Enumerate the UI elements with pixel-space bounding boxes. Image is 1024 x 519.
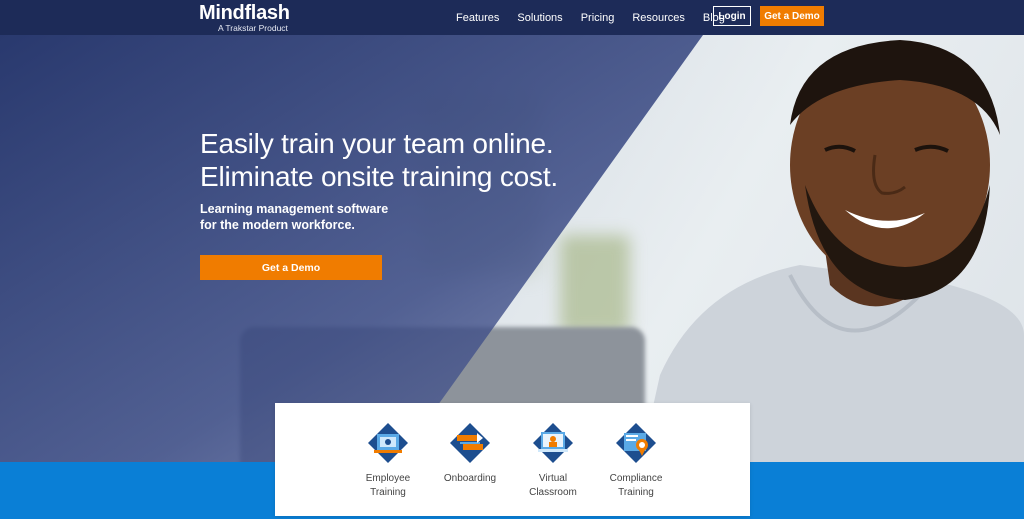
nav-solutions[interactable]: Solutions [517,12,562,24]
feature-onboarding[interactable]: Onboarding [434,423,506,486]
login-button[interactable]: Login [713,6,751,26]
employee-training-icon [368,423,408,463]
compliance-training-icon [616,423,656,463]
features-card: Employee Training Onboarding Virtual Class… [275,403,750,516]
hero-headline: Easily train your team online. Eliminate… [200,127,558,193]
nav-pricing[interactable]: Pricing [581,12,615,24]
headline-line-1: Easily train your team online. [200,128,554,159]
headline-line-2: Eliminate onsite training cost. [200,161,558,192]
logo-wordmark: Mindflash [199,2,290,24]
feature-virtual-classroom[interactable]: Virtual Classroom [517,423,589,500]
subheadline-line-2: for the modern workforce. [200,218,355,232]
header-get-demo-button[interactable]: Get a Demo [760,6,824,26]
hero-diagonal-overlay [0,35,703,465]
feature-employee-training[interactable]: Employee Training [352,423,424,500]
feature-compliance-training[interactable]: Compliance Training [600,423,672,500]
site-header: Mindflash A Trakstar Product Features So… [0,0,1024,35]
logo-tagline: A Trakstar Product [218,23,288,33]
feature-label: Onboarding [443,473,497,484]
subheadline-line-1: Learning management software [200,202,389,216]
main-nav: Features Solutions Pricing Resources Blo… [456,0,743,35]
virtual-classroom-icon [533,423,573,463]
nav-features[interactable]: Features [456,12,499,24]
hero-subheadline: Learning management software for the mod… [200,201,400,233]
nav-resources[interactable]: Resources [632,12,685,24]
onboarding-icon [450,423,490,463]
hero-section: Easily train your team online. Eliminate… [0,35,1024,465]
feature-label: Compliance Training [609,473,663,498]
feature-label: Employee Training [365,473,411,498]
feature-label: Virtual Classroom [529,473,577,498]
hero-get-demo-button[interactable]: Get a Demo [200,255,382,280]
mindflash-logo[interactable]: Mindflash A Trakstar Product [199,3,290,33]
